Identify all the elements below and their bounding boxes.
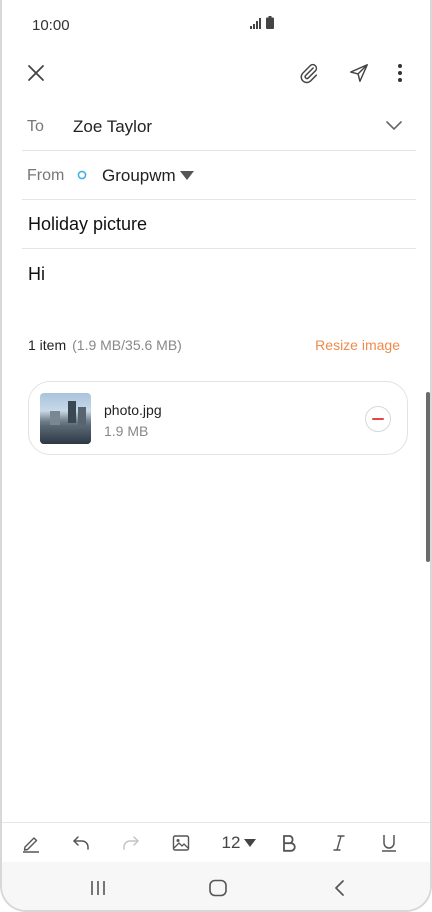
bold-button[interactable] — [276, 829, 302, 857]
status-time: 10:00 — [32, 17, 70, 34]
font-size-selector[interactable]: 12 — [218, 829, 260, 857]
attachment-summary: 1 item (1.9 MB/35.6 MB) — [28, 337, 182, 353]
underline-button[interactable] — [376, 829, 402, 857]
caret-down-icon — [244, 839, 257, 847]
close-icon — [28, 65, 44, 81]
from-label: From — [27, 167, 65, 184]
system-navigation-bar — [2, 862, 430, 910]
font-size-value: 12 — [221, 833, 241, 852]
recent-apps-button[interactable] — [85, 875, 111, 901]
undo-button[interactable] — [68, 829, 94, 857]
close-button[interactable] — [21, 58, 51, 88]
photo-thumbnail — [40, 393, 91, 444]
back-icon — [335, 880, 344, 896]
resize-image-button[interactable]: Resize image — [315, 337, 400, 353]
remove-attachment-button[interactable] — [365, 406, 391, 432]
scrollbar[interactable] — [426, 392, 430, 562]
more-options-button[interactable] — [385, 58, 415, 88]
italic-icon — [333, 835, 345, 851]
compose-toolbar — [2, 52, 430, 92]
message-body[interactable]: Hi — [28, 264, 45, 285]
back-button[interactable] — [326, 875, 352, 901]
underline-icon — [382, 835, 396, 852]
from-account[interactable]: Groupwm — [102, 166, 176, 186]
status-icons — [250, 16, 274, 29]
undo-icon — [73, 836, 89, 850]
home-button[interactable] — [205, 875, 231, 901]
send-icon — [350, 64, 368, 82]
attachment-item[interactable]: photo.jpg 1.9 MB — [28, 381, 408, 455]
to-label: To — [27, 118, 44, 135]
paperclip-icon — [300, 63, 318, 84]
send-button[interactable] — [344, 58, 374, 88]
minus-icon — [372, 418, 384, 420]
home-icon — [209, 879, 227, 897]
from-row[interactable]: From Groupwm — [22, 151, 416, 200]
insert-image-button[interactable] — [168, 829, 194, 857]
caret-down-icon[interactable] — [180, 171, 194, 180]
bold-icon — [283, 835, 296, 852]
attachment-size-summary: (1.9 MB/35.6 MB) — [72, 337, 182, 353]
formatting-toolbar: 12 — [2, 822, 430, 862]
attachment-count: 1 item — [28, 337, 67, 353]
attach-button[interactable] — [294, 58, 324, 88]
redo-icon — [123, 836, 139, 850]
to-row[interactable]: To Zoe Taylor — [22, 102, 416, 151]
attachment-file-size: 1.9 MB — [104, 423, 149, 439]
recent-apps-icon — [91, 881, 105, 895]
phone-screen: 10:00 To Zoe Taylor From Groupwm Holiday… — [0, 0, 432, 912]
subject-row[interactable]: Holiday picture — [22, 200, 416, 249]
subject-field[interactable]: Holiday picture — [28, 214, 147, 235]
status-bar: 10:00 — [2, 0, 430, 50]
highlight-button[interactable] — [18, 829, 44, 857]
attachment-file-name: photo.jpg — [104, 402, 162, 418]
chevron-down-icon[interactable] — [386, 121, 402, 131]
pen-icon — [23, 837, 39, 853]
italic-button[interactable] — [326, 829, 352, 857]
to-recipient[interactable]: Zoe Taylor — [73, 117, 152, 137]
more-vertical-icon — [398, 64, 402, 82]
account-color-dot-icon — [77, 170, 87, 180]
battery-icon — [266, 16, 274, 29]
redo-button[interactable] — [118, 829, 144, 857]
signal-icon — [250, 18, 261, 29]
image-icon — [172, 835, 190, 851]
